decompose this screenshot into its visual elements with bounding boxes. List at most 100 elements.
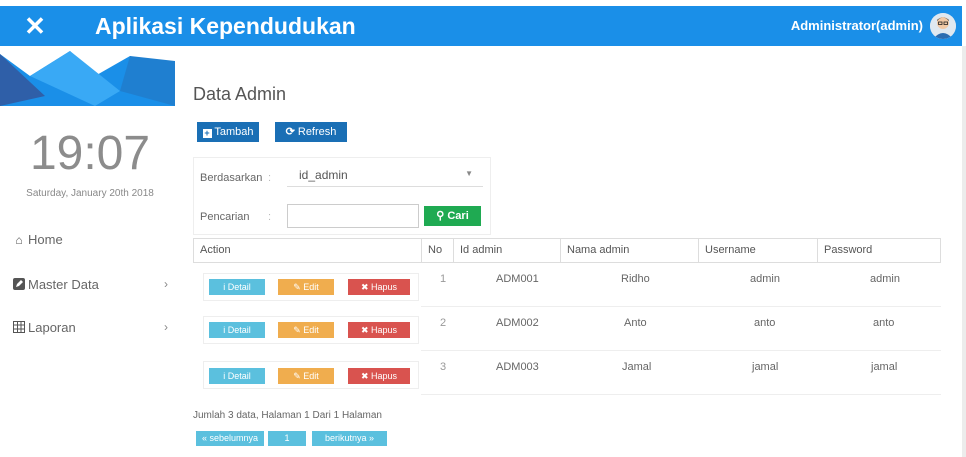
column-header-nama-admin: Nama admin xyxy=(560,238,698,263)
x-icon: ✖ xyxy=(360,282,372,292)
cell-id: ADM003 xyxy=(453,351,560,395)
cell-password-text: jamal xyxy=(871,361,898,373)
cell-no-text: 1 xyxy=(440,273,447,285)
cell-username-text: admin xyxy=(750,273,780,285)
search-button-label: Cari xyxy=(447,210,469,222)
cell-password-text: admin xyxy=(870,273,900,285)
caret-down-icon: ▼ xyxy=(465,169,473,178)
cell-id-text: ADM003 xyxy=(496,361,539,373)
edit-button[interactable]: ✎ Edit xyxy=(278,322,334,338)
sidebar-item-label: Home xyxy=(28,232,63,247)
cell-username-text: jamal xyxy=(752,361,779,373)
cell-id-text: ADM002 xyxy=(496,317,539,329)
plus-icon: + xyxy=(202,128,212,138)
refresh-button[interactable]: ⟳ Refresh xyxy=(275,122,347,142)
edit-icon: ✎ xyxy=(293,282,304,292)
cell-username: admin xyxy=(698,263,817,307)
filter-by-label: Berdasarkan xyxy=(200,172,263,184)
clock: 19:07 xyxy=(29,127,151,180)
cell-username-text: anto xyxy=(754,317,776,329)
column-header-password: Password xyxy=(817,238,941,263)
cell-nama-text: Jamal xyxy=(622,361,652,373)
sidebar-item-label: Master Data xyxy=(28,277,99,292)
column-header-username: Username xyxy=(698,238,817,263)
top-bar: ✕ Aplikasi Kependudukan Administrator(ad… xyxy=(0,6,962,46)
close-icon[interactable]: ✕ xyxy=(10,12,60,40)
pagination-summary: Jumlah 3 data, Halaman 1 Dari 1 Halaman xyxy=(193,410,382,421)
search-input[interactable] xyxy=(287,204,419,228)
next-page-button[interactable]: berikutnya » xyxy=(312,431,387,446)
detail-button[interactable]: i Detail xyxy=(209,368,265,384)
colon: : xyxy=(268,172,272,184)
cell-password: anto xyxy=(817,307,941,351)
cell-id-text: ADM001 xyxy=(496,273,539,285)
detail-button[interactable]: i Detail xyxy=(209,322,265,338)
sidebar-item-master-data[interactable]: Master Data › xyxy=(0,273,170,299)
refresh-icon: ⟳ xyxy=(285,126,295,138)
sidebar-item-label: Laporan xyxy=(28,320,76,335)
column-header-action: Action xyxy=(193,238,421,263)
delete-label: Hapus xyxy=(371,371,398,381)
chevron-right-icon: › xyxy=(164,320,168,334)
search-icon: ⚲ xyxy=(436,210,445,222)
cell-password-text: anto xyxy=(873,317,895,329)
edit-label: Edit xyxy=(303,325,319,335)
cell-id: ADM002 xyxy=(453,307,560,351)
edit-icon: ✎ xyxy=(293,325,304,335)
x-icon: ✖ xyxy=(360,325,372,335)
filter-by-select[interactable]: id_admin ▼ xyxy=(287,164,483,187)
avatar[interactable] xyxy=(930,13,956,39)
cell-username: jamal xyxy=(698,351,817,395)
cell-nama: Ridho xyxy=(560,263,698,307)
detail-label: Detail xyxy=(227,371,251,381)
chevron-right-icon: › xyxy=(164,277,168,291)
delete-button[interactable]: ✖ Hapus xyxy=(348,368,410,384)
cell-username: anto xyxy=(698,307,817,351)
sidebar-item-home[interactable]: ⌂ Home xyxy=(0,228,170,254)
delete-button[interactable]: ✖ Hapus xyxy=(348,279,410,295)
detail-label: Detail xyxy=(227,282,251,292)
delete-label: Hapus xyxy=(371,282,398,292)
filter-by-value: id_admin xyxy=(299,168,348,182)
edit-icon xyxy=(12,278,26,292)
cell-no-text: 2 xyxy=(440,317,447,329)
sidebar-banner xyxy=(0,46,180,108)
edit-label: Edit xyxy=(303,282,319,292)
column-header-no: No xyxy=(421,238,453,263)
edit-icon: ✎ xyxy=(293,371,304,381)
cell-no: 3 xyxy=(421,351,453,395)
add-button[interactable]: + Tambah xyxy=(197,122,259,142)
clock-date: Saturday, January 20th 2018 xyxy=(26,188,154,199)
delete-label: Hapus xyxy=(371,325,398,335)
cell-nama: Anto xyxy=(560,307,698,351)
page-1-button[interactable]: 1 xyxy=(268,431,306,446)
scrollbar[interactable] xyxy=(962,46,966,457)
search-label: Pencarian xyxy=(200,211,250,223)
cell-no: 1 xyxy=(421,263,453,307)
x-icon: ✖ xyxy=(360,371,372,381)
cell-id: ADM001 xyxy=(453,263,560,307)
refresh-button-label: Refresh xyxy=(297,126,337,138)
sidebar-item-laporan[interactable]: Laporan › xyxy=(0,316,170,342)
edit-button[interactable]: ✎ Edit xyxy=(278,368,334,384)
page-title: Data Admin xyxy=(193,84,287,104)
app-title: Aplikasi Kependudukan xyxy=(95,13,356,39)
delete-button[interactable]: ✖ Hapus xyxy=(348,322,410,338)
edit-button[interactable]: ✎ Edit xyxy=(278,279,334,295)
cell-no: 2 xyxy=(421,307,453,351)
table-icon xyxy=(12,321,26,335)
search-button[interactable]: ⚲ Cari xyxy=(424,206,481,226)
sidebar: 19:07 Saturday, January 20th 2018 ⌂ Home… xyxy=(0,46,180,457)
cell-nama-text: Anto xyxy=(624,317,647,329)
detail-button[interactable]: i Detail xyxy=(209,279,265,295)
colon: : xyxy=(268,211,272,223)
prev-page-button[interactable]: « sebelumnya xyxy=(196,431,264,446)
cell-nama-text: Ridho xyxy=(621,273,650,285)
add-button-label: Tambah xyxy=(214,126,254,138)
home-icon: ⌂ xyxy=(15,233,23,247)
user-menu[interactable]: Administrator(admin) xyxy=(791,18,923,34)
detail-label: Detail xyxy=(227,325,251,335)
column-header-id-admin: Id admin xyxy=(453,238,560,263)
cell-password: jamal xyxy=(817,351,941,395)
edit-label: Edit xyxy=(303,371,319,381)
